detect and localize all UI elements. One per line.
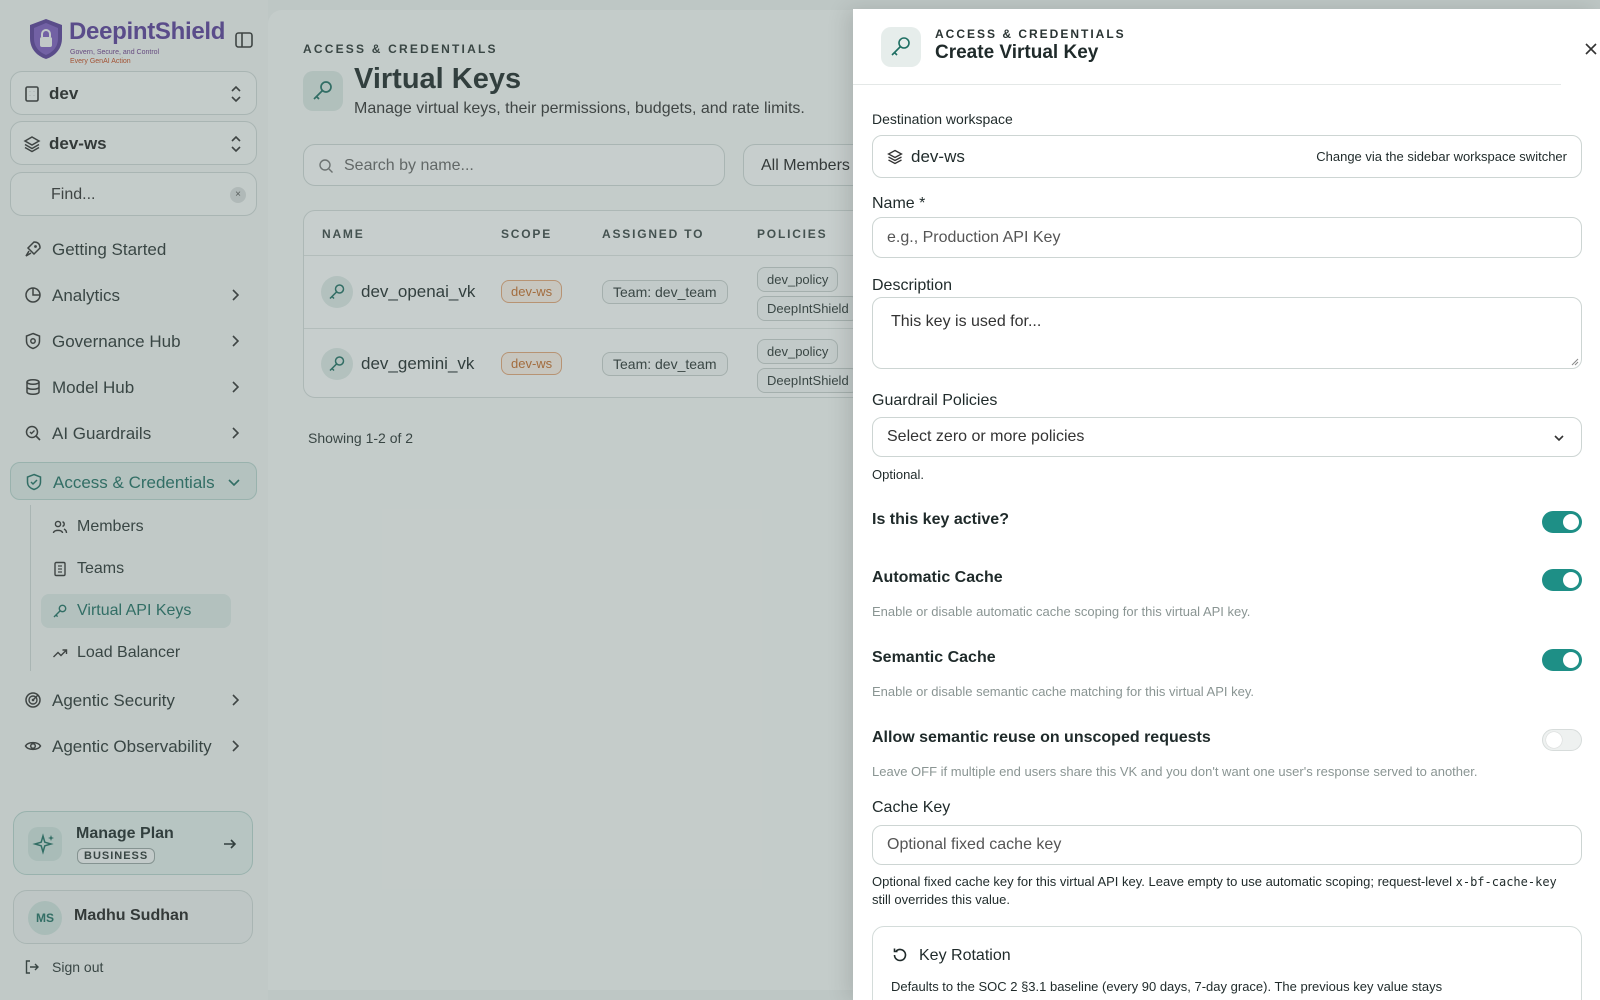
close-icon[interactable] <box>1579 37 1600 61</box>
toggle-description: Leave OFF if multiple end users share th… <box>872 764 1478 779</box>
workspace-hint: Change via the sidebar workspace switche… <box>1316 149 1567 164</box>
toggle-knob <box>1563 514 1579 530</box>
cache-key-placeholder: Optional fixed cache key <box>887 836 1062 853</box>
cache-key-help: Optional fixed cache key for this virtua… <box>872 873 1572 909</box>
drawer-overline: ACCESS & CREDENTIALS <box>935 27 1126 41</box>
rotate-icon <box>893 948 907 962</box>
key-rotation-card: Key Rotation Defaults to the SOC 2 §3.1 … <box>872 926 1582 1000</box>
key-active-toggle[interactable] <box>1542 511 1582 533</box>
description-label: Description <box>872 277 953 294</box>
cache-key-input[interactable]: Optional fixed cache key <box>872 825 1582 865</box>
workspace-value: dev-ws <box>911 147 965 166</box>
create-virtual-key-drawer: ACCESS & CREDENTIALS Create Virtual Key … <box>853 9 1600 1000</box>
rotation-title: Key Rotation <box>919 947 1011 964</box>
toggle-description: Enable or disable automatic cache scopin… <box>872 604 1251 619</box>
layers-icon <box>887 149 903 165</box>
toggle-description: Enable or disable semantic cache matchin… <box>872 684 1255 699</box>
toggle-label: Is this key active? <box>872 511 1009 528</box>
policies-helper: Optional. <box>872 467 925 482</box>
automatic-cache-toggle[interactable] <box>1542 569 1582 591</box>
toggle-label: Semantic Cache <box>872 649 996 666</box>
drawer-title: Create Virtual Key <box>935 42 1099 63</box>
cache-help-code: x-bf-cache-key <box>1455 875 1557 889</box>
rotation-description: Defaults to the SOC 2 §3.1 baseline (eve… <box>891 979 1443 994</box>
resize-handle-icon[interactable] <box>1569 356 1579 366</box>
destination-label: Destination workspace <box>872 111 1013 127</box>
cache-help-text: still overrides this value. <box>872 892 1010 907</box>
name-input[interactable]: e.g., Production API Key <box>872 217 1582 258</box>
name-label: Name * <box>872 195 926 212</box>
drawer-header: ACCESS & CREDENTIALS Create Virtual Key <box>853 9 1561 85</box>
key-icon <box>881 27 921 67</box>
description-placeholder: This key is used for... <box>891 313 1042 330</box>
description-textarea[interactable]: This key is used for... <box>872 297 1582 369</box>
policies-select[interactable]: Select zero or more policies <box>872 417 1582 457</box>
toggle-knob <box>1563 652 1579 668</box>
semantic-cache-toggle[interactable] <box>1542 649 1582 671</box>
policies-placeholder: Select zero or more policies <box>887 428 1085 445</box>
cache-key-label: Cache Key <box>872 799 951 816</box>
destination-workspace-field: dev-ws Change via the sidebar workspace … <box>872 135 1582 178</box>
toggle-knob <box>1563 572 1579 588</box>
toggle-label: Automatic Cache <box>872 569 1003 586</box>
cache-help-text: Optional fixed cache key for this virtua… <box>872 874 1456 889</box>
policies-label: Guardrail Policies <box>872 392 998 409</box>
toggle-label: Allow semantic reuse on unscoped request… <box>872 729 1211 746</box>
name-placeholder: e.g., Production API Key <box>887 229 1061 246</box>
semantic-reuse-toggle[interactable] <box>1542 729 1582 751</box>
chevron-down-icon <box>1554 435 1564 442</box>
toggle-knob <box>1546 732 1562 748</box>
